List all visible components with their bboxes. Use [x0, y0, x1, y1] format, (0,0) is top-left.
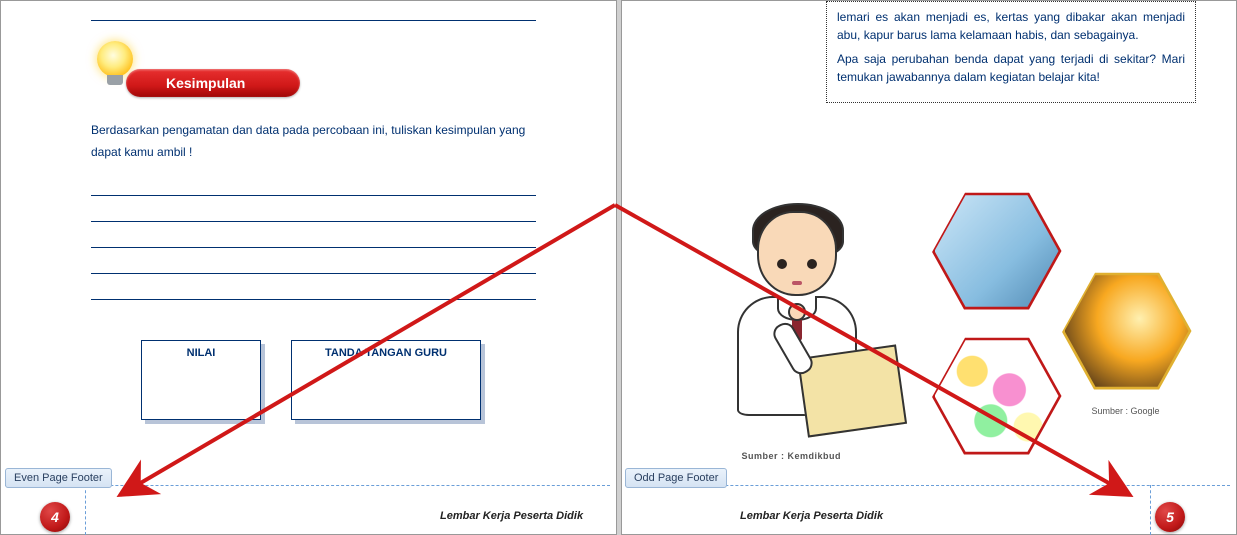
hex-source-caption: Sumber : Google [1092, 406, 1160, 416]
ttd-guru-box: TANDA TANGAN GURU [291, 340, 481, 420]
writing-line [91, 199, 536, 222]
footer-text-left: Lembar Kerja Peserta Didik [440, 510, 583, 522]
nilai-box: NILAI [141, 340, 261, 420]
instruction-text: Berdasarkan pengamatan dan data pada per… [91, 119, 536, 163]
page-even[interactable]: Kesimpulan Berdasarkan pengamatan dan da… [0, 0, 617, 535]
right-page-body: lemari es akan menjadi es, kertas yang d… [622, 1, 1237, 461]
ttd-label: TANDA TANGAN GURU [325, 347, 447, 359]
nilai-label: NILAI [187, 347, 216, 359]
page-number-badge-4: 4 [40, 502, 70, 532]
answer-lines [91, 173, 536, 300]
writing-line [91, 251, 536, 274]
illustrations-area: Sumber : Kemdikbud Sumber : Google [672, 171, 1197, 461]
writing-line [91, 225, 536, 248]
intro-para-1: lemari es akan menjadi es, kertas yang d… [837, 8, 1185, 44]
signature-row: NILAI TANDA TANGAN GURU [91, 340, 536, 420]
footer-text-right: Lembar Kerja Peserta Didik [740, 510, 883, 522]
hex-mothballs-icon [932, 331, 1062, 461]
document-spread: Kesimpulan Berdasarkan pengamatan dan da… [0, 0, 1237, 535]
page-number-badge-5: 5 [1155, 502, 1185, 532]
kesimpulan-heading: Kesimpulan [91, 51, 536, 101]
writing-line [91, 173, 536, 196]
writing-line [91, 1, 536, 21]
left-page-body: Kesimpulan Berdasarkan pengamatan dan da… [1, 1, 616, 461]
boy-source-caption: Sumber : Kemdikbud [742, 451, 842, 461]
intro-para-2: Apa saja perubahan benda dapat yang terj… [837, 50, 1185, 86]
hex-ice-cubes-icon [932, 186, 1062, 316]
footer-margin-left [85, 485, 86, 535]
even-footer-tab[interactable]: Even Page Footer [5, 468, 112, 488]
boy-thinking-icon [682, 211, 892, 451]
writing-line [91, 277, 536, 300]
odd-footer-tab[interactable]: Odd Page Footer [625, 468, 727, 488]
hex-burning-paper-icon [1062, 266, 1192, 396]
page-odd[interactable]: lemari es akan menjadi es, kertas yang d… [621, 0, 1237, 535]
footer-margin-right [1150, 485, 1151, 535]
intro-textbox: lemari es akan menjadi es, kertas yang d… [826, 1, 1196, 103]
kesimpulan-pill: Kesimpulan [126, 69, 300, 97]
